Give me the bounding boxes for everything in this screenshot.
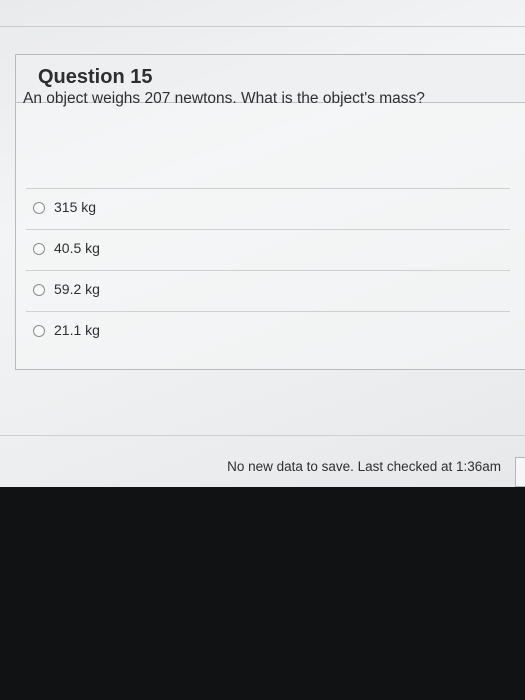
quiz-page: Question 15 An object weighs 207 newtons… [0, 0, 525, 487]
answer-option[interactable]: 21.1 kg [26, 311, 510, 350]
question-title: Question 15 [38, 66, 153, 88]
submit-button-edge[interactable] [515, 457, 525, 487]
save-status-text: No new data to save. Last checked at 1:3… [227, 459, 501, 474]
answer-label[interactable]: 40.5 kg [54, 240, 100, 256]
radio-button[interactable] [33, 243, 45, 255]
answer-label[interactable]: 21.1 kg [54, 322, 100, 338]
answer-option[interactable]: 315 kg [26, 188, 510, 227]
divider [0, 435, 525, 436]
radio-button[interactable] [33, 284, 45, 296]
radio-button[interactable] [33, 202, 45, 214]
answer-label[interactable]: 59.2 kg [54, 281, 100, 297]
answer-option[interactable]: 59.2 kg [26, 270, 510, 309]
answer-option[interactable]: 40.5 kg [26, 229, 510, 268]
question-prompt: An object weighs 207 newtons. What is th… [23, 90, 425, 107]
radio-button[interactable] [33, 325, 45, 337]
answer-label[interactable]: 315 kg [54, 199, 96, 215]
screen: Question 15 An object weighs 207 newtons… [0, 0, 525, 700]
divider [0, 26, 525, 27]
